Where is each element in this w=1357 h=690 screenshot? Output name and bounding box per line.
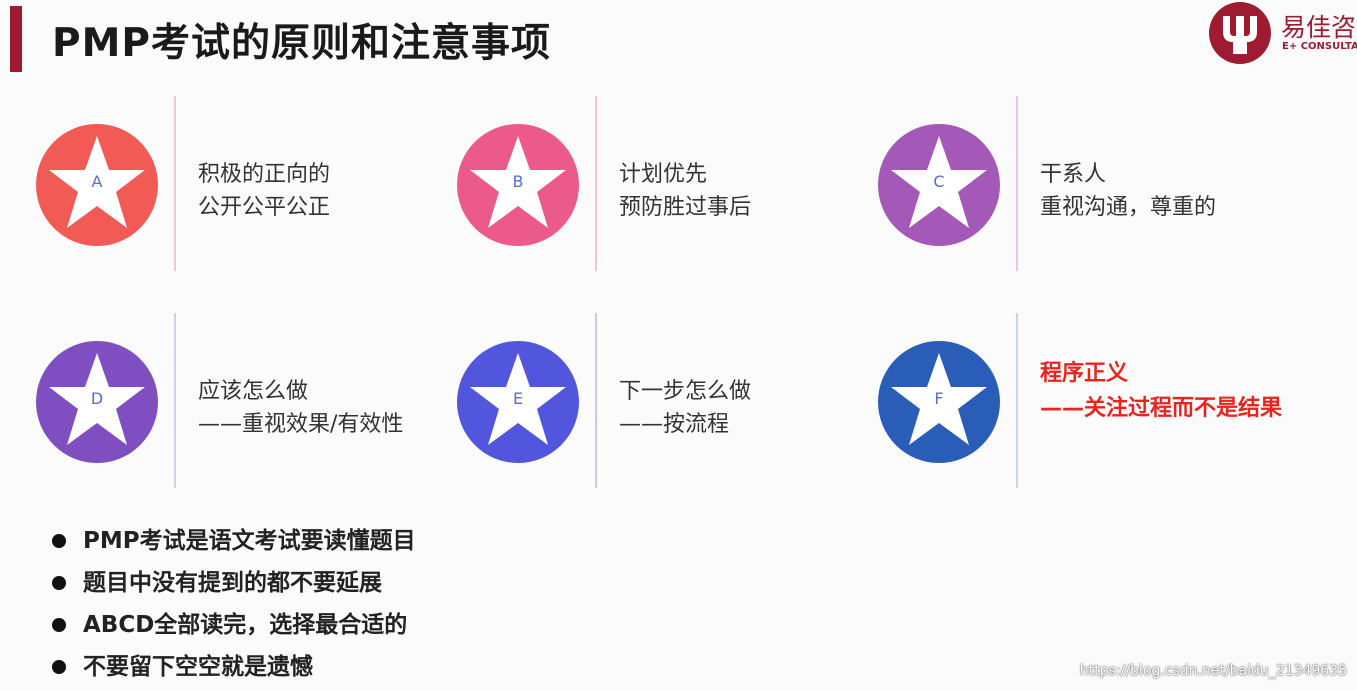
card-divider (1016, 96, 1018, 271)
card-divider (1016, 313, 1018, 488)
logo-text-cn: 易佳咨 (1281, 13, 1357, 42)
card-line-1: 下一步怎么做 (619, 379, 752, 404)
star-letter: E (512, 389, 524, 408)
bullet-dot-icon (52, 660, 66, 674)
card-divider (174, 96, 176, 271)
card-line-2: ——按流程 (619, 412, 730, 437)
card-line-1: 干系人 (1040, 162, 1107, 187)
star-letter: B (512, 172, 524, 191)
card-divider (595, 96, 597, 271)
star-badge-a: A (36, 124, 158, 246)
watermark-url: https://blog.csdn.net/baidu_21349635 (1079, 663, 1347, 679)
card-divider (174, 313, 176, 488)
card-line-2: ——重视效果/有效性 (198, 412, 404, 437)
list-item-text: PMP考试是语文考试要读懂题目 (83, 528, 416, 554)
star-letter: C (933, 172, 945, 191)
list-item: ABCD全部读完，选择最合适的 (50, 606, 416, 648)
card-line-2: 公开公平公正 (198, 195, 331, 220)
star-badge-c: C (878, 124, 1000, 246)
bullet-dot-icon (52, 618, 66, 632)
star-letter: D (90, 389, 104, 408)
list-item-text: 题目中没有提到的都不要延展 (83, 570, 382, 596)
list-item-text: ABCD全部读完，选择最合适的 (83, 612, 408, 638)
list-item: PMP考试是语文考试要读懂题目 (50, 522, 416, 564)
star-letter: F (934, 389, 944, 408)
card-line-1: 应该怎么做 (198, 379, 309, 404)
principle-card-a: A 积极的正向的 公开公平公正 (36, 96, 436, 276)
principle-card-e: E 下一步怎么做 ——按流程 (457, 313, 857, 493)
company-logo: 易佳咨 E+ CONSULTA (1205, 0, 1357, 66)
card-line-2: 预防胜过事后 (619, 195, 752, 220)
principle-card-d: D 应该怎么做 ——重视效果/有效性 (36, 313, 436, 493)
list-item: 不要留下空空就是遗憾 (50, 648, 416, 690)
logo-text-en: E+ CONSULTA (1282, 41, 1357, 52)
card-line-1: 积极的正向的 (198, 162, 331, 187)
page-title: PMP考试的原则和注意事项 (52, 21, 551, 66)
star-letter: A (91, 172, 103, 191)
principle-card-c: C 干系人 重视沟通，尊重的 (878, 96, 1278, 276)
bullet-dot-icon (52, 534, 66, 548)
star-badge-e: E (457, 341, 579, 463)
star-badge-b: B (457, 124, 579, 246)
list-item-text: 不要留下空空就是遗憾 (83, 654, 313, 680)
bullet-dot-icon (52, 576, 66, 590)
card-line-2: ——关注过程而不是结果 (1040, 396, 1283, 421)
list-item: 题目中没有提到的都不要延展 (50, 564, 416, 606)
principle-card-b: B 计划优先 预防胜过事后 (457, 96, 857, 276)
star-badge-f: F (878, 341, 1000, 463)
star-badge-d: D (36, 341, 158, 463)
logo-emblem-icon (1209, 2, 1271, 64)
card-line-1: 计划优先 (619, 162, 708, 187)
title-accent-bar (10, 6, 22, 72)
card-line-2: 重视沟通，尊重的 (1040, 195, 1217, 220)
notes-list: PMP考试是语文考试要读懂题目 题目中没有提到的都不要延展 ABCD全部读完，选… (50, 522, 416, 690)
principle-card-f: F 程序正义 ——关注过程而不是结果 (878, 313, 1282, 493)
card-line-1: 程序正义 (1040, 361, 1129, 386)
card-divider (595, 313, 597, 488)
